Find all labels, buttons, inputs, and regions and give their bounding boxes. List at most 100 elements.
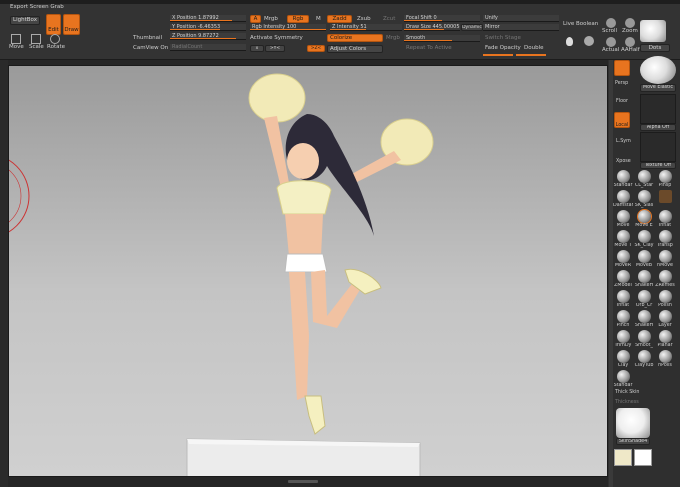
- brush-standar-30[interactable]: Standar: [613, 370, 633, 389]
- zsub-button[interactable]: Zsub: [357, 16, 371, 23]
- mrgb-button[interactable]: Mrgb: [264, 16, 278, 23]
- focal-shift-slider[interactable]: Focal Shift 0: [404, 15, 480, 22]
- edit-button[interactable]: Edit: [46, 14, 61, 35]
- floor-button[interactable]: Floor: [616, 98, 628, 105]
- texture-slot[interactable]: [640, 132, 676, 162]
- mrgb-colorize-button[interactable]: Mrgb: [386, 35, 400, 42]
- zcut-button[interactable]: Zcut: [383, 16, 395, 23]
- brush-pinch-21[interactable]: Pinch: [613, 310, 633, 329]
- brush-zremes-17[interactable]: ZRemes: [655, 270, 675, 289]
- brush-damstand-3[interactable]: Damstand: [613, 190, 633, 209]
- activate-symmetry-button[interactable]: Activate Symmetry: [250, 35, 303, 42]
- z-intensity-slider[interactable]: Z Intensity 51: [330, 24, 402, 31]
- brush-cl-star-1[interactable]: CL_Star: [634, 170, 654, 189]
- local-button[interactable]: Local: [614, 112, 630, 128]
- smooth-slider[interactable]: Smooth: [404, 35, 480, 42]
- move-mode-button[interactable]: Move: [9, 44, 24, 51]
- brush-orb-cr-19[interactable]: Orb_Cr: [634, 290, 654, 309]
- export-screen-grab-button[interactable]: Export Screen Grab: [10, 4, 64, 11]
- material-preview[interactable]: [616, 408, 650, 438]
- double-button[interactable]: Double: [524, 45, 544, 52]
- mirror-button[interactable]: Mirror: [483, 24, 559, 31]
- brush-hmove-14[interactable]: hMove: [655, 250, 675, 269]
- brush-move-t-9[interactable]: Move T: [613, 230, 633, 249]
- document-canvas[interactable]: [8, 65, 608, 477]
- thickness-slider[interactable]: Thickness: [615, 399, 639, 406]
- brush-planar-26[interactable]: Planar: [655, 330, 675, 349]
- brush-pinsp-2[interactable]: Pinsp: [655, 170, 675, 189]
- alpha-off-label[interactable]: Alpha Off: [640, 124, 676, 131]
- scale-mode-button[interactable]: Scale: [29, 44, 44, 51]
- current-brush-label[interactable]: Move Elastic: [640, 84, 676, 92]
- dots-brush-preview[interactable]: [640, 20, 666, 42]
- brush-trimdy-24[interactable]: TrimDy: [613, 330, 633, 349]
- adjust-colors-button[interactable]: Adjust Colors: [327, 45, 383, 53]
- texture-off-label[interactable]: Texture Off: [640, 162, 676, 169]
- z-position-slider[interactable]: Z Position 9.87272: [170, 33, 246, 40]
- x-position-slider[interactable]: X Position 1.87992: [170, 15, 246, 22]
- brush-move-e-7[interactable]: Move E: [634, 210, 654, 229]
- brush-inflat-18[interactable]: Inflat: [613, 290, 633, 309]
- brush-zmodel-15[interactable]: ZModel: [613, 270, 633, 289]
- brush-hpolis-29[interactable]: hPolis: [655, 350, 675, 369]
- brush-thumbnail-icon: [616, 170, 630, 183]
- live-boolean-button[interactable]: Live Boolean: [563, 21, 598, 28]
- zadd-button[interactable]: Zadd: [327, 15, 352, 23]
- dynamic-button[interactable]: Dynamic: [461, 24, 483, 31]
- brush-sk-slas-4[interactable]: SK_Slas: [634, 190, 654, 209]
- symmetry-z-button[interactable]: >Z<: [307, 45, 325, 52]
- symmetry-y-button[interactable]: >Y<: [265, 45, 285, 52]
- zoom-button[interactable]: Zoom: [622, 28, 638, 35]
- material-label[interactable]: SkinShade4: [616, 438, 650, 445]
- secondary-color-swatch[interactable]: [634, 449, 652, 466]
- brush-empty-5[interactable]: [655, 190, 675, 209]
- thick-skin-button[interactable]: Thick Skin: [615, 389, 639, 396]
- symmetry-x-button[interactable]: x: [250, 45, 264, 52]
- rgb-button[interactable]: Rgb: [287, 15, 309, 23]
- actual-button[interactable]: Actual: [602, 47, 619, 54]
- radial-count-slider[interactable]: RadialCount: [170, 44, 246, 51]
- a-button[interactable]: A: [250, 15, 261, 23]
- persp-button[interactable]: Persp: [615, 80, 628, 87]
- brush-clay-27[interactable]: Clay: [613, 350, 633, 369]
- draw-size-slider[interactable]: Draw Size 445.00005: [404, 24, 460, 31]
- bpr-button[interactable]: [614, 60, 630, 76]
- brush-polish-20[interactable]: Polish: [655, 290, 675, 309]
- camview-button[interactable]: CamView On: [133, 45, 168, 52]
- lsym-button[interactable]: L.Sym: [616, 138, 631, 145]
- brush-snakeh-22[interactable]: SnakeH: [634, 310, 654, 329]
- main-color-swatch[interactable]: [614, 449, 632, 466]
- switch-stage-button[interactable]: Switch Stage: [485, 35, 521, 42]
- lightbox-button[interactable]: LightBox: [10, 16, 40, 25]
- brush-mover-12[interactable]: MoveR: [613, 250, 633, 269]
- rgb-intensity-slider[interactable]: Rgb Intensity 100: [250, 24, 326, 31]
- rotate-mode-button[interactable]: Rotate: [47, 44, 65, 51]
- dots-stroke-button[interactable]: Dots: [640, 44, 670, 52]
- brush-thumbnail-icon: [637, 310, 651, 323]
- light-bulb-icon[interactable]: [566, 37, 573, 46]
- move-elastic-brush-preview[interactable]: [640, 56, 676, 84]
- brush-claytub-28[interactable]: ClayTub: [634, 350, 654, 369]
- m-button[interactable]: M: [316, 16, 321, 23]
- lasso-icon[interactable]: [584, 36, 594, 46]
- brush-smoot--25[interactable]: Smoot_: [634, 330, 654, 349]
- brush-layer-23[interactable]: Layer: [655, 310, 675, 329]
- brush-sk-clay-10[interactable]: SK_Clay: [634, 230, 654, 249]
- unify-button[interactable]: Unify: [483, 15, 559, 22]
- draw-button[interactable]: Draw: [63, 14, 80, 35]
- brush-snakeh-16[interactable]: SnakeH: [634, 270, 654, 289]
- alpha-slot[interactable]: [640, 94, 676, 124]
- aahalf-button[interactable]: AAHalf: [621, 47, 640, 54]
- repeat-to-active-button[interactable]: Repeat To Active: [406, 45, 452, 52]
- brush-transp-11[interactable]: Transp: [655, 230, 675, 249]
- xpose-button[interactable]: Xpose: [616, 158, 631, 165]
- brush-move-6[interactable]: Move: [613, 210, 633, 229]
- colorize-button[interactable]: Colorize: [327, 34, 383, 42]
- fade-opacity-label[interactable]: Fade Opacity: [485, 45, 521, 52]
- brush-inflat-8[interactable]: Inflat: [655, 210, 675, 229]
- bottom-tray-handle[interactable]: [288, 480, 318, 483]
- brush-moveb-13[interactable]: MoveB: [634, 250, 654, 269]
- y-position-slider[interactable]: Y Position -6.46353: [170, 24, 246, 31]
- scroll-button[interactable]: Scroll: [602, 28, 617, 35]
- brush-standar-0[interactable]: Standar: [613, 170, 633, 189]
